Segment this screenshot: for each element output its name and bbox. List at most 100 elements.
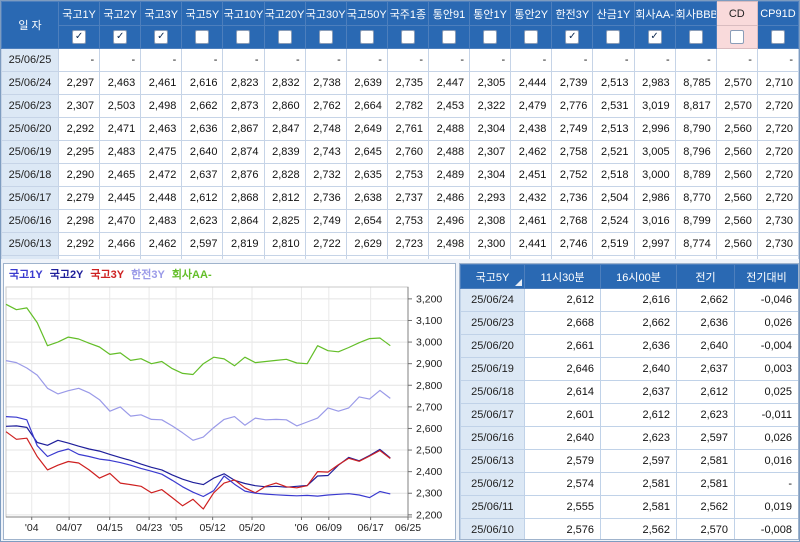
legend-item: 회사AA- [171, 269, 212, 281]
rate-cell: 2,489 [427, 163, 471, 187]
rate-cell: 2,444 [510, 71, 553, 95]
table-row[interactable]: 25/06/18 2,290 2,465 2,472 2,637 2,876 2,828 2,… [1, 163, 799, 187]
column-checkbox-ktb-2y[interactable]: ✓ [113, 30, 128, 44]
col-header-corp-bbb[interactable]: 회사BBB- [674, 1, 717, 26]
table-row[interactable]: 25/06/20 2,292 2,471 2,463 2,636 2,867 2,847 2,… [1, 117, 799, 141]
ktb5y-intraday-panel: 국고5Y 11시30분 16시00분 전기 전기대비 25/06/24 2,612 2,616… [459, 263, 799, 540]
column-checkbox-msb-1y[interactable] [483, 30, 498, 44]
rate-cell: 2,640 [524, 426, 601, 450]
intraday-row[interactable]: 25/06/24 2,612 2,616 2,662 -0,046 [460, 288, 798, 312]
table-row[interactable]: 25/06/23 2,307 2,503 2,498 2,662 2,873 2,860 2,… [1, 94, 799, 118]
column-checkbox-ktb-5y[interactable] [195, 30, 210, 44]
column-checkbox-cd[interactable] [729, 30, 744, 44]
intraday-col-header-3[interactable]: 전기 [676, 264, 735, 289]
rate-cell: 2,720 [756, 117, 799, 141]
column-checkbox-msb-91[interactable] [442, 30, 457, 44]
column-checkbox-ktb-20y[interactable] [277, 30, 292, 44]
intraday-col-header-0[interactable]: 국고5Y [460, 264, 525, 289]
intraday-row[interactable]: 25/06/20 2,661 2,636 2,640 -0,004 [460, 334, 798, 358]
row-date: 25/06/20 [460, 334, 525, 358]
column-checkbox-ktb-3y[interactable]: ✓ [154, 30, 169, 44]
col-checkbox-cell-kdb-1y [592, 25, 635, 49]
row-date: 25/06/24 [1, 71, 59, 95]
column-checkbox-msb-2y[interactable] [524, 30, 539, 44]
intraday-row[interactable]: 25/06/16 2,640 2,623 2,597 0,026 [460, 426, 798, 450]
col-checkbox-cell-nhb-1 [386, 25, 429, 49]
column-checkbox-ktb-50y[interactable] [359, 30, 374, 44]
rate-cell: 2,498 [427, 232, 471, 256]
col-header-ktb-2y[interactable]: 국고2Y [99, 1, 142, 26]
row-date: 25/06/25 [1, 48, 59, 72]
table-row[interactable]: 25/06/19 2,295 2,483 2,475 2,640 2,874 2,839 2,… [1, 140, 799, 164]
rate-cell: 2,654 [345, 209, 388, 233]
column-checkbox-corp-aa[interactable]: ✓ [647, 30, 662, 44]
column-checkbox-corp-bbb[interactable] [688, 30, 703, 44]
table-row[interactable]: 25/06/16 2,298 2,470 2,483 2,623 2,864 2,825 2,… [1, 209, 799, 233]
change-cell: -0,004 [734, 334, 798, 358]
col-header-ktb-5y[interactable]: 국고5Y [181, 1, 224, 26]
x-axis-label: 06/25 [395, 522, 421, 534]
change-cell: -0,008 [734, 518, 798, 539]
rate-cell: 2,768 [551, 209, 594, 233]
rate-cell: 2,531 [592, 94, 635, 118]
column-checkbox-ktb-30y[interactable] [318, 30, 333, 44]
intraday-row[interactable]: 25/06/10 2,576 2,562 2,570 -0,008 [460, 518, 798, 539]
column-checkbox-cp91d[interactable] [770, 30, 785, 44]
col-header-msb-91[interactable]: 통안91 [427, 1, 471, 26]
date-column-header: 일 자 [1, 1, 59, 49]
col-header-msb-2y[interactable]: 통안2Y [510, 1, 553, 26]
col-header-corp-aa[interactable]: 회사AA- [633, 1, 676, 26]
rate-cell: 2,513 [592, 117, 635, 141]
col-checkbox-cell-ktb-5y [181, 25, 224, 49]
intraday-row[interactable]: 25/06/19 2,646 2,640 2,637 0,003 [460, 357, 798, 381]
rate-cell: 2,720 [756, 140, 799, 164]
intraday-row[interactable]: 25/06/17 2,601 2,612 2,623 -0,011 [460, 403, 798, 427]
table-row[interactable]: 25/06/17 2,279 2,445 2,448 2,612 2,868 2,812 2,… [1, 186, 799, 210]
intraday-row[interactable]: 25/06/18 2,614 2,637 2,612 0,025 [460, 380, 798, 404]
rate-cell: 2,483 [99, 140, 142, 164]
col-header-ktb-10y[interactable]: 국고10Y [222, 1, 265, 26]
intraday-col-header-4[interactable]: 전기대비 [734, 264, 798, 289]
intraday-row[interactable]: 25/06/13 2,579 2,597 2,581 0,016 [460, 449, 798, 473]
rate-cell: - [551, 48, 594, 72]
rate-cell: 2,639 [345, 71, 388, 95]
rate-cell: 8,817 [674, 94, 717, 118]
rate-cell: 2,752 [551, 163, 594, 187]
intraday-row[interactable]: 25/06/12 2,574 2,581 2,581- [460, 472, 798, 496]
rate-cell: 2,279 [57, 186, 101, 210]
row-date: 25/06/12 [460, 472, 525, 496]
intraday-row[interactable]: 25/06/11 2,555 2,581 2,562 0,019 [460, 495, 798, 519]
table-row[interactable]: 25/06/25- - - - - - - - - - - - - - - - - - [1, 48, 799, 72]
table-row[interactable]: 25/06/13 2,292 2,466 2,462 2,597 2,819 2,810 2,… [1, 232, 799, 256]
rate-cell: 2,668 [524, 311, 601, 335]
x-axis-label: 05/12 [199, 522, 225, 534]
rate-cell: 2,749 [551, 117, 594, 141]
table-row[interactable]: 25/06/24 2,297 2,463 2,461 2,616 2,823 2,832 2,… [1, 71, 799, 95]
rate-cell: 2,322 [469, 94, 512, 118]
column-checkbox-kepco-3y[interactable]: ✓ [565, 30, 580, 44]
col-header-ktb-50y[interactable]: 국고50Y [345, 1, 388, 26]
x-axis-label: '05 [169, 522, 183, 534]
rate-cell: 2,646 [524, 357, 601, 381]
col-header-nhb-1[interactable]: 국주1종 [386, 1, 429, 26]
col-header-kdb-1y[interactable]: 산금1Y [592, 1, 635, 26]
rate-cell: 2,470 [99, 209, 142, 233]
row-date: 25/06/13 [1, 232, 59, 256]
column-checkbox-nhb-1[interactable] [400, 30, 415, 44]
col-header-cd[interactable]: CD [715, 1, 758, 26]
row-date: 25/06/19 [1, 140, 59, 164]
intraday-col-header-1[interactable]: 11시30분 [524, 264, 601, 289]
column-checkbox-kdb-1y[interactable] [606, 30, 621, 44]
intraday-col-header-2[interactable]: 16시00분 [600, 264, 677, 289]
col-header-kepco-3y[interactable]: 한전3Y [551, 1, 594, 26]
col-header-ktb-3y[interactable]: 국고3Y [140, 1, 183, 26]
col-header-msb-1y[interactable]: 통안1Y [469, 1, 512, 26]
col-header-cp91d[interactable]: CP91D [756, 1, 799, 26]
col-header-ktb-30y[interactable]: 국고30Y [304, 1, 347, 26]
col-header-ktb-1y[interactable]: 국고1Y [57, 1, 101, 26]
change-cell: 0,019 [734, 495, 798, 519]
intraday-row[interactable]: 25/06/23 2,668 2,662 2,636 0,026 [460, 311, 798, 335]
column-checkbox-ktb-10y[interactable] [236, 30, 251, 44]
col-header-ktb-20y[interactable]: 국고20Y [263, 1, 306, 26]
column-checkbox-ktb-1y[interactable]: ✓ [72, 30, 87, 44]
